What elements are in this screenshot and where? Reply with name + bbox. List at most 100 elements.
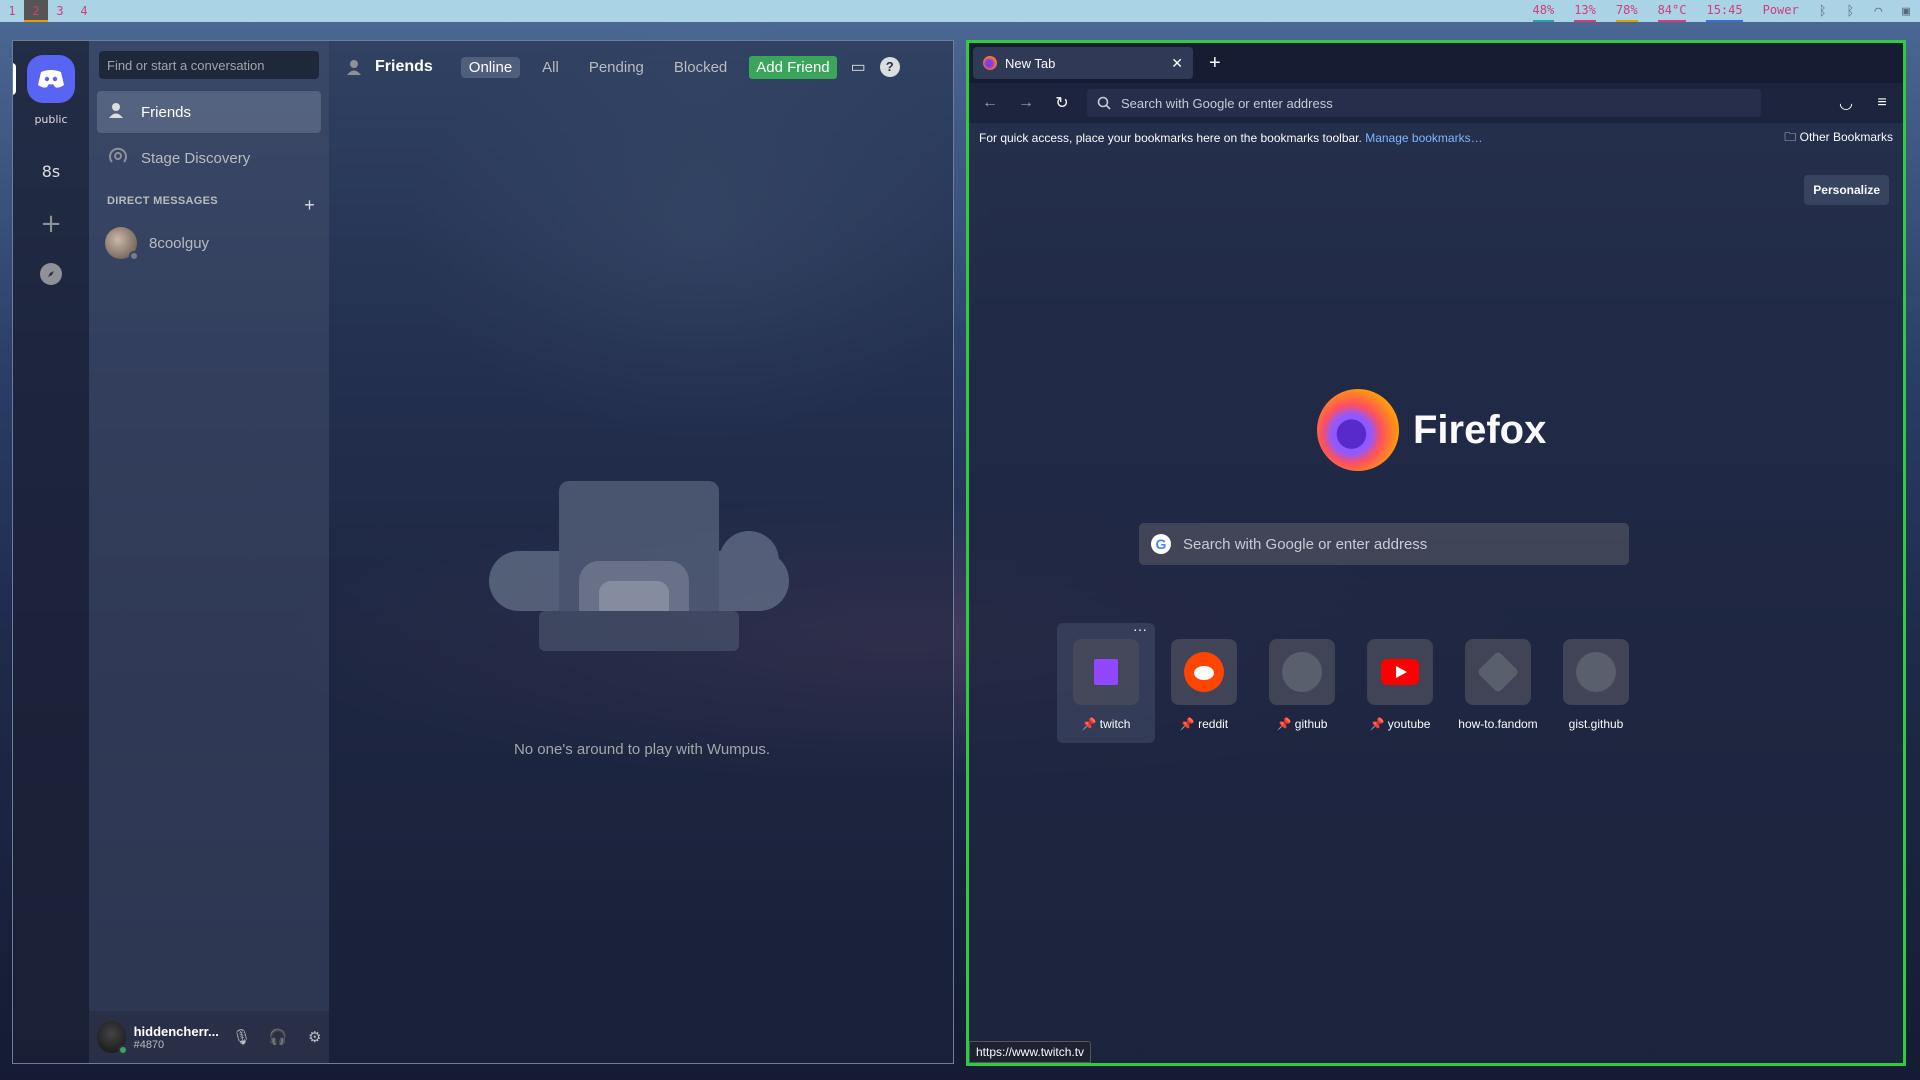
other-bookmarks-button[interactable]: 🗀 Other Bookmarks — [1784, 128, 1893, 149]
inbox-icon[interactable]: ▭ — [851, 57, 866, 77]
bookmarks-toolbar: For quick access, place your bookmarks h… — [969, 123, 1903, 153]
conversation-search-input[interactable] — [99, 51, 319, 79]
top-site-twitch[interactable]: ··· 📌 twitch — [1057, 621, 1155, 743]
direct-messages-header: DIRECT MESSAGES + — [107, 195, 321, 216]
settings-gear-icon[interactable]: ⚙ — [300, 1028, 329, 1046]
github-icon — [1576, 652, 1616, 692]
wifi-icon[interactable]: ◠ — [1874, 4, 1882, 19]
discord-logo-icon — [38, 70, 64, 88]
url-bar[interactable]: Search with Google or enter address — [1087, 89, 1761, 117]
cpu-temperature: 84°C — [1657, 0, 1687, 22]
headphones-icon[interactable]: 🎧 — [264, 1028, 293, 1046]
top-site-gist-github[interactable]: gist.github — [1547, 623, 1645, 743]
sidebar-item-label: Stage Discovery — [141, 149, 251, 167]
back-arrow-icon[interactable]: ← — [979, 94, 1001, 112]
user-avatar[interactable] — [97, 1021, 128, 1055]
link-status-bar: https://www.twitch.tv — [969, 1041, 1092, 1063]
discord-window: public 8s + Friends Stage Discovery DIRE… — [12, 40, 954, 1064]
bookmarks-hint: For quick access, place your bookmarks h… — [979, 131, 1483, 145]
tile-label-text: twitch — [1099, 717, 1131, 731]
help-icon[interactable]: ? — [879, 57, 900, 77]
user-tag: #4870 — [133, 1038, 165, 1051]
tab-strip: New Tab ✕ + — [969, 43, 1903, 83]
tile-label: 📌 twitch — [1081, 717, 1131, 731]
tile-label: 📌 github — [1276, 717, 1328, 731]
sidebar-item-label: Friends — [141, 103, 192, 121]
tile-label-text: github — [1294, 717, 1328, 731]
friends-header: Friends Online All Pending Blocked Add F… — [329, 41, 953, 93]
top-site-reddit[interactable]: 📌 reddit — [1155, 623, 1253, 743]
navigation-toolbar: ← → ↻ Search with Google or enter addres… — [969, 83, 1903, 123]
manage-bookmarks-link[interactable]: Manage bookmarks… — [1365, 131, 1482, 145]
personalize-button[interactable]: Personalize — [1804, 175, 1889, 205]
close-tab-icon[interactable]: ✕ — [1171, 55, 1183, 72]
browser-tab[interactable]: New Tab ✕ — [973, 47, 1193, 79]
dm-sidebar: Friends Stage Discovery DIRECT MESSAGES … — [89, 41, 329, 1063]
dm-list-item[interactable]: 8coolguy — [97, 222, 321, 264]
tile-icon-box — [1073, 639, 1139, 705]
tile-icon-box — [1367, 639, 1433, 705]
user-info[interactable]: hiddencherr... #4870 — [134, 1024, 220, 1051]
tile-icon-box — [1563, 639, 1629, 705]
sidebar-item-friends[interactable]: Friends — [97, 91, 321, 133]
bluetooth-alt-icon[interactable]: ᛒ — [1847, 4, 1855, 19]
add-friend-button[interactable]: Add Friend — [749, 55, 837, 79]
newtab-search-input[interactable]: G Search with Google or enter address — [1139, 523, 1629, 565]
menu-hamburger-icon[interactable]: ≡ — [1871, 94, 1893, 112]
tile-icon-box — [1171, 639, 1237, 705]
top-sites: ··· 📌 twitch 📌 reddit 📌 github 📌 youtube… — [1057, 621, 1645, 743]
bookmarks-hint-text: For quick access, place your bookmarks h… — [979, 131, 1362, 145]
wumpus-illustration — [489, 481, 789, 651]
tab-online[interactable]: Online — [460, 56, 521, 78]
tile-label-text: how-to.fandom — [1458, 717, 1538, 731]
workspace-2[interactable]: 2 — [24, 0, 48, 22]
system-topbar: 1 2 3 4 48% 13% 78% 84°C 15:45 Power ᛒ ᛒ… — [0, 0, 1920, 22]
tile-label: 📌 reddit — [1179, 717, 1229, 731]
more-options-icon[interactable]: ··· — [1133, 621, 1147, 637]
tab-all[interactable]: All — [534, 57, 567, 78]
discord-home-button[interactable] — [13, 55, 75, 103]
other-bookmarks-label: Other Bookmarks — [1799, 129, 1893, 144]
top-site-github[interactable]: 📌 github — [1253, 623, 1351, 743]
server-8s[interactable]: 8s — [42, 162, 61, 181]
reddit-icon — [1184, 652, 1224, 692]
tile-label-text: reddit — [1198, 717, 1229, 731]
workspace-1[interactable]: 1 — [0, 0, 24, 22]
sidebar-item-stage-discovery[interactable]: Stage Discovery — [97, 137, 321, 179]
bluetooth-icon[interactable]: ᛒ — [1819, 4, 1827, 19]
top-site-how-to-fandom[interactable]: how-to.fandom — [1449, 623, 1547, 743]
firefox-window: New Tab ✕ + ← → ↻ Search with Google or … — [966, 40, 1906, 1066]
forward-arrow-icon[interactable]: → — [1015, 94, 1037, 112]
user-panel: hiddencherr... #4870 🎙 🎧 ⚙ — [89, 1011, 329, 1063]
new-tab-icon[interactable]: + — [1209, 52, 1221, 75]
friends-main: Friends Online All Pending Blocked Add F… — [329, 41, 953, 1063]
stage-icon — [109, 147, 127, 169]
reload-icon[interactable]: ↻ — [1051, 93, 1073, 113]
pocket-icon[interactable]: ◡ — [1835, 93, 1857, 113]
add-server-icon[interactable]: + — [40, 209, 62, 239]
power-button[interactable]: Power — [1763, 0, 1799, 22]
tile-icon-box — [1465, 639, 1531, 705]
google-icon: G — [1151, 534, 1171, 554]
friends-title-label: Friends — [375, 58, 433, 75]
workspace-3[interactable]: 3 — [48, 0, 72, 22]
fandom-icon — [1476, 650, 1520, 694]
create-dm-icon[interactable]: + — [304, 195, 315, 216]
friends-icon — [347, 60, 361, 75]
home-label: public — [34, 113, 68, 126]
explore-servers-icon[interactable] — [40, 263, 62, 285]
keyboard-icon[interactable]: ▣ — [1902, 4, 1910, 19]
top-site-youtube[interactable]: 📌 youtube — [1351, 623, 1449, 743]
youtube-icon — [1381, 659, 1419, 685]
tab-blocked[interactable]: Blocked — [666, 57, 735, 78]
firefox-favicon-icon — [983, 56, 997, 70]
disk-usage: 78% — [1615, 0, 1638, 22]
tab-pending[interactable]: Pending — [581, 57, 652, 78]
microphone-icon[interactable]: 🎙 — [227, 1028, 256, 1046]
tile-label-text: gist.github — [1568, 717, 1624, 731]
github-icon — [1282, 652, 1322, 692]
status-offline-indicator — [129, 251, 139, 261]
memory-usage: 13% — [1574, 0, 1596, 22]
search-icon — [1097, 96, 1111, 110]
workspace-4[interactable]: 4 — [72, 0, 96, 22]
